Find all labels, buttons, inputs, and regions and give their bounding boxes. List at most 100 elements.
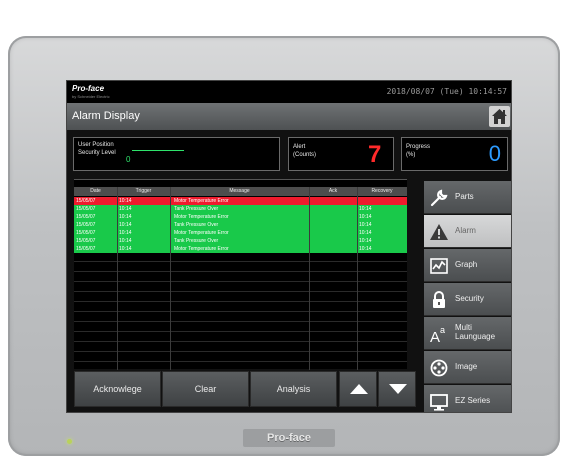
home-icon xyxy=(492,109,507,124)
table-cell-trigger: 10:14 xyxy=(119,214,132,220)
progress-value: 0 xyxy=(488,141,501,166)
table-cell-trigger: 10:14 xyxy=(119,246,132,252)
brand-logo: Pro-face xyxy=(72,84,105,93)
table-cell-ack xyxy=(309,221,357,229)
column-header-ack: Ack xyxy=(328,188,338,194)
brand-logo-sub: by Schneider Electric xyxy=(72,94,110,99)
column-header-trigger: Trigger xyxy=(135,188,152,194)
side-menu-label: Multi Launguage xyxy=(455,323,495,341)
table-cell-date: 15/05/07 xyxy=(76,222,96,228)
datetime-display: 2018/08/07 (Tue) 10:14:57 xyxy=(386,87,507,96)
svg-text:A: A xyxy=(430,329,440,344)
side-menu-label: Security xyxy=(455,294,484,303)
table-cell-recovery: 10:14 xyxy=(359,246,372,252)
svg-text:a: a xyxy=(440,325,445,335)
table-cell-date: 15/05/07 xyxy=(76,230,96,236)
up-arrow-icon xyxy=(350,384,368,394)
alert-counts-label: (Counts) xyxy=(293,152,317,158)
home-button[interactable] xyxy=(489,106,510,127)
table-cell-ack xyxy=(309,205,357,213)
user-position-label: User Position xyxy=(78,142,114,148)
side-menu-security[interactable]: Security xyxy=(424,283,511,316)
table-cell-recovery xyxy=(357,197,407,205)
user-position-bar xyxy=(132,150,184,151)
security-level-label: Security Level xyxy=(78,150,116,156)
table-cell-trigger: 10:14 xyxy=(119,222,132,228)
security-level-value: 0 xyxy=(126,155,131,164)
side-menu-image[interactable]: Image xyxy=(424,351,511,384)
progress-label: Progress xyxy=(406,144,431,150)
side-menu-label-line1: Multi xyxy=(455,323,472,332)
monitor-icon xyxy=(430,394,448,411)
scroll-down-button[interactable] xyxy=(378,371,416,407)
font-icon: A a xyxy=(430,325,445,344)
table-cell-recovery: 10:14 xyxy=(359,230,372,236)
page-title: Alarm Display xyxy=(72,110,140,122)
analysis-button[interactable]: Analysis xyxy=(250,371,337,407)
side-menu-ez-series[interactable]: EZ Series xyxy=(424,385,511,412)
graph-icon xyxy=(430,258,448,274)
power-led xyxy=(67,439,72,444)
table-cell-message: Motor Temperature Error xyxy=(174,246,229,252)
table-cell-date: 15/05/07 xyxy=(76,198,96,204)
table-cell-recovery: 10:14 xyxy=(359,206,372,212)
alert-label: Alert xyxy=(293,144,306,150)
side-menu-label-line2: Launguage xyxy=(455,332,496,341)
hmi-screen: Pro-face by Schneider Electric 2018/08/0… xyxy=(66,80,512,413)
clear-button[interactable]: Clear xyxy=(162,371,249,407)
lock-icon xyxy=(433,291,445,308)
side-menu-label: Graph xyxy=(455,260,478,269)
alarm-table[interactable]: Date Trigger Message Ack Recovery 15/05/… xyxy=(74,179,407,370)
column-header-date: Date xyxy=(90,188,101,194)
table-cell-ack xyxy=(309,237,357,245)
side-menu-alarm[interactable]: Alarm xyxy=(424,215,511,248)
table-cell-date: 15/05/07 xyxy=(76,246,96,252)
table-cell-ack xyxy=(309,229,357,237)
side-menu-label: Parts xyxy=(455,192,474,201)
table-cell-message: Motor Temperature Error xyxy=(174,198,229,204)
table-cell-message: Tank Pressure Over xyxy=(174,206,219,212)
alert-count-value: 7 xyxy=(368,141,382,168)
progress-panel: Progress (%) 0 xyxy=(401,137,508,171)
title-bar: Alarm Display xyxy=(67,103,511,130)
bezel-brand-plate: Pro-face xyxy=(243,429,335,447)
warning-icon xyxy=(430,224,448,240)
film-reel-icon xyxy=(430,359,448,377)
down-arrow-icon xyxy=(389,384,407,394)
user-position-panel: User Position Security Level 0 xyxy=(73,137,280,171)
table-cell-trigger: 10:14 xyxy=(119,206,132,212)
side-menu-parts[interactable]: Parts xyxy=(424,181,511,214)
wrench-icon xyxy=(430,189,448,207)
side-menu-label: Alarm xyxy=(455,226,476,235)
table-cell-recovery: 10:14 xyxy=(359,222,372,228)
table-cell-date: 15/05/07 xyxy=(76,238,96,244)
table-cell-trigger: 10:14 xyxy=(119,230,132,236)
scroll-up-button[interactable] xyxy=(339,371,377,407)
progress-unit-label: (%) xyxy=(406,152,416,158)
side-menu-multi-language[interactable]: A a Multi Launguage xyxy=(424,317,511,350)
side-menu-graph[interactable]: Graph xyxy=(424,249,511,282)
column-divider xyxy=(117,187,118,370)
table-cell-ack xyxy=(309,245,357,253)
column-header-recovery: Recovery xyxy=(371,188,393,194)
table-cell-date: 15/05/07 xyxy=(76,206,96,212)
table-cell-message: Tank Pressure Over xyxy=(174,238,219,244)
table-cell-trigger: 10:14 xyxy=(119,198,132,204)
table-cell-message: Motor Temperature Error xyxy=(174,230,229,236)
alert-count-panel: Alert (Counts) 7 xyxy=(288,137,394,171)
table-cell-trigger: 10:14 xyxy=(119,238,132,244)
table-cell-recovery: 10:14 xyxy=(359,238,372,244)
column-divider xyxy=(309,187,310,370)
top-header: Pro-face by Schneider Electric 2018/08/0… xyxy=(67,81,511,103)
column-divider xyxy=(170,187,171,370)
table-cell-date: 15/05/07 xyxy=(76,214,96,220)
table-cell-message: Motor Temperature Error xyxy=(174,214,229,220)
acknowledge-button[interactable]: Acknowlege xyxy=(74,371,161,407)
column-divider xyxy=(357,187,358,370)
table-cell-message: Tank Pressure Over xyxy=(174,222,219,228)
table-cell-ack xyxy=(309,213,357,221)
side-menu-label: EZ Series xyxy=(455,396,491,405)
side-menu-label: Image xyxy=(455,362,478,371)
table-cell-recovery: 10:14 xyxy=(359,214,372,220)
table-cell-ack xyxy=(309,197,357,205)
